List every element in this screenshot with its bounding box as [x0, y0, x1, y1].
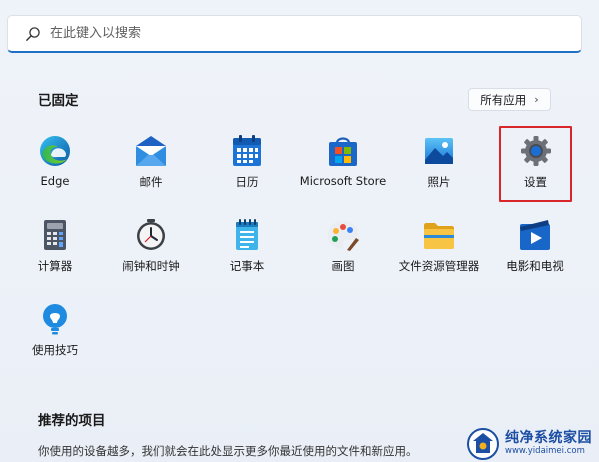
app-label: 使用技巧 [32, 343, 78, 357]
app-label: 文件资源管理器 [398, 259, 480, 273]
pinned-section-title: 已固定 [38, 93, 79, 109]
calendar-icon [233, 135, 261, 166]
app-label: 画图 [331, 259, 355, 273]
search-icon [26, 26, 40, 41]
recommended-section-title: 推荐的项目 [38, 413, 106, 429]
app-label: 计算器 [37, 259, 73, 273]
pinned-app-calculator[interactable]: 计算器 [6, 210, 104, 286]
all-apps-label: 所有应用 [480, 92, 527, 107]
paint-palette-icon [328, 221, 359, 251]
pinned-app-store[interactable]: Microsoft Store [294, 126, 392, 202]
pinned-app-calendar[interactable]: 日历 [198, 126, 296, 202]
all-apps-button[interactable]: 所有应用 › [468, 88, 551, 111]
recommended-empty-message: 你使用的设备越多，我们就会在此处显示更多你最近使用的文件和新应用。 [38, 444, 418, 458]
search-input[interactable] [50, 26, 550, 41]
pinned-app-settings[interactable]: 设置 [499, 126, 572, 202]
pinned-app-tips[interactable]: 使用技巧 [6, 294, 104, 370]
pinned-app-file-explorer[interactable]: 文件资源管理器 [390, 210, 488, 286]
app-label: 闹钟和时钟 [122, 259, 180, 273]
chevron-right-icon: › [534, 93, 539, 106]
watermark-logo-icon [467, 427, 499, 460]
store-icon [329, 137, 357, 166]
folder-icon [424, 223, 454, 249]
pinned-app-mail[interactable]: 邮件 [102, 126, 200, 202]
watermark-name: 纯净系统家园 [505, 430, 592, 446]
pinned-app-paint[interactable]: 画图 [294, 210, 392, 286]
alarm-clock-icon [137, 219, 165, 250]
pinned-app-notepad[interactable]: 记事本 [198, 210, 296, 286]
mail-icon [136, 136, 166, 166]
pinned-app-photos[interactable]: 照片 [390, 126, 488, 202]
settings-gear-icon [520, 136, 551, 166]
notepad-icon [236, 219, 258, 250]
pinned-app-edge[interactable]: Edge [6, 126, 104, 202]
tips-lightbulb-icon [43, 304, 67, 335]
app-label: 记事本 [229, 259, 265, 273]
pinned-app-alarms[interactable]: 闹钟和时钟 [102, 210, 200, 286]
app-label: Edge [40, 174, 70, 188]
app-label: Microsoft Store [299, 174, 387, 188]
movies-tv-icon [520, 220, 550, 250]
app-label: 电影和电视 [506, 259, 564, 273]
site-watermark: 纯净系统家园 www.yidaimei.com [466, 425, 598, 462]
pinned-app-movies-tv[interactable]: 电影和电视 [486, 210, 584, 286]
watermark-url: www.yidaimei.com [505, 446, 585, 456]
app-label: 设置 [524, 175, 547, 189]
app-label: 日历 [235, 175, 259, 189]
edge-icon [40, 136, 70, 166]
app-label: 照片 [427, 175, 451, 189]
search-box[interactable] [7, 15, 582, 53]
calculator-icon [44, 220, 66, 250]
photos-icon [425, 138, 453, 164]
app-label: 邮件 [139, 175, 163, 189]
